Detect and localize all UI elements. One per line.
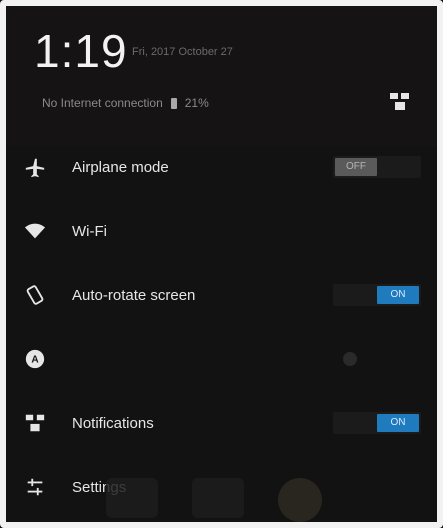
airplane-mode-toggle[interactable]: OFF xyxy=(333,156,421,178)
notifications-label: Notifications xyxy=(72,414,154,432)
auto-brightness-icon: A xyxy=(25,349,45,369)
battery-level: 21% xyxy=(184,96,209,110)
airplane-icon xyxy=(25,158,45,178)
notifications-state: ON xyxy=(377,414,419,432)
wifi-icon xyxy=(24,223,46,239)
notifications-icon xyxy=(25,414,45,432)
wifi-label: Wi-Fi xyxy=(72,222,107,240)
brightness-row[interactable]: A xyxy=(6,330,437,388)
airplane-mode-state: OFF xyxy=(335,158,377,176)
svg-text:A: A xyxy=(31,355,39,366)
notifications-toggle[interactable]: ON xyxy=(333,412,421,434)
app-thumbnail xyxy=(278,478,322,522)
airplane-mode-label: Airplane mode xyxy=(72,158,169,176)
status-header: 1:19 Fri, 2017 October 27 No Internet co… xyxy=(6,6,437,146)
network-status-text: No Internet connection xyxy=(42,96,163,110)
app-thumbnail xyxy=(106,478,158,518)
app-thumbnail xyxy=(192,478,244,518)
wifi-row[interactable]: Wi-Fi xyxy=(6,202,437,260)
rotate-icon xyxy=(26,285,44,305)
chevron-down-icon[interactable] xyxy=(343,352,357,366)
airplane-mode-row[interactable]: Airplane mode OFF xyxy=(6,138,437,196)
notifications-row[interactable]: Notifications ON xyxy=(6,394,437,452)
auto-rotate-row[interactable]: Auto-rotate screen ON xyxy=(6,266,437,324)
auto-rotate-label: Auto-rotate screen xyxy=(72,286,196,304)
notifications-icon[interactable] xyxy=(389,92,411,112)
settings-icon xyxy=(27,478,43,496)
auto-rotate-state: ON xyxy=(377,286,419,304)
quick-settings-panel: 1:19 Fri, 2017 October 27 No Internet co… xyxy=(0,0,443,528)
auto-rotate-toggle[interactable]: ON xyxy=(333,284,421,306)
clock: 1:19 xyxy=(34,25,128,77)
date: Fri, 2017 October 27 xyxy=(132,46,233,58)
network-status: No Internet connection 21% xyxy=(42,96,209,110)
background-thumbnails xyxy=(106,478,322,522)
battery-icon xyxy=(170,97,177,109)
